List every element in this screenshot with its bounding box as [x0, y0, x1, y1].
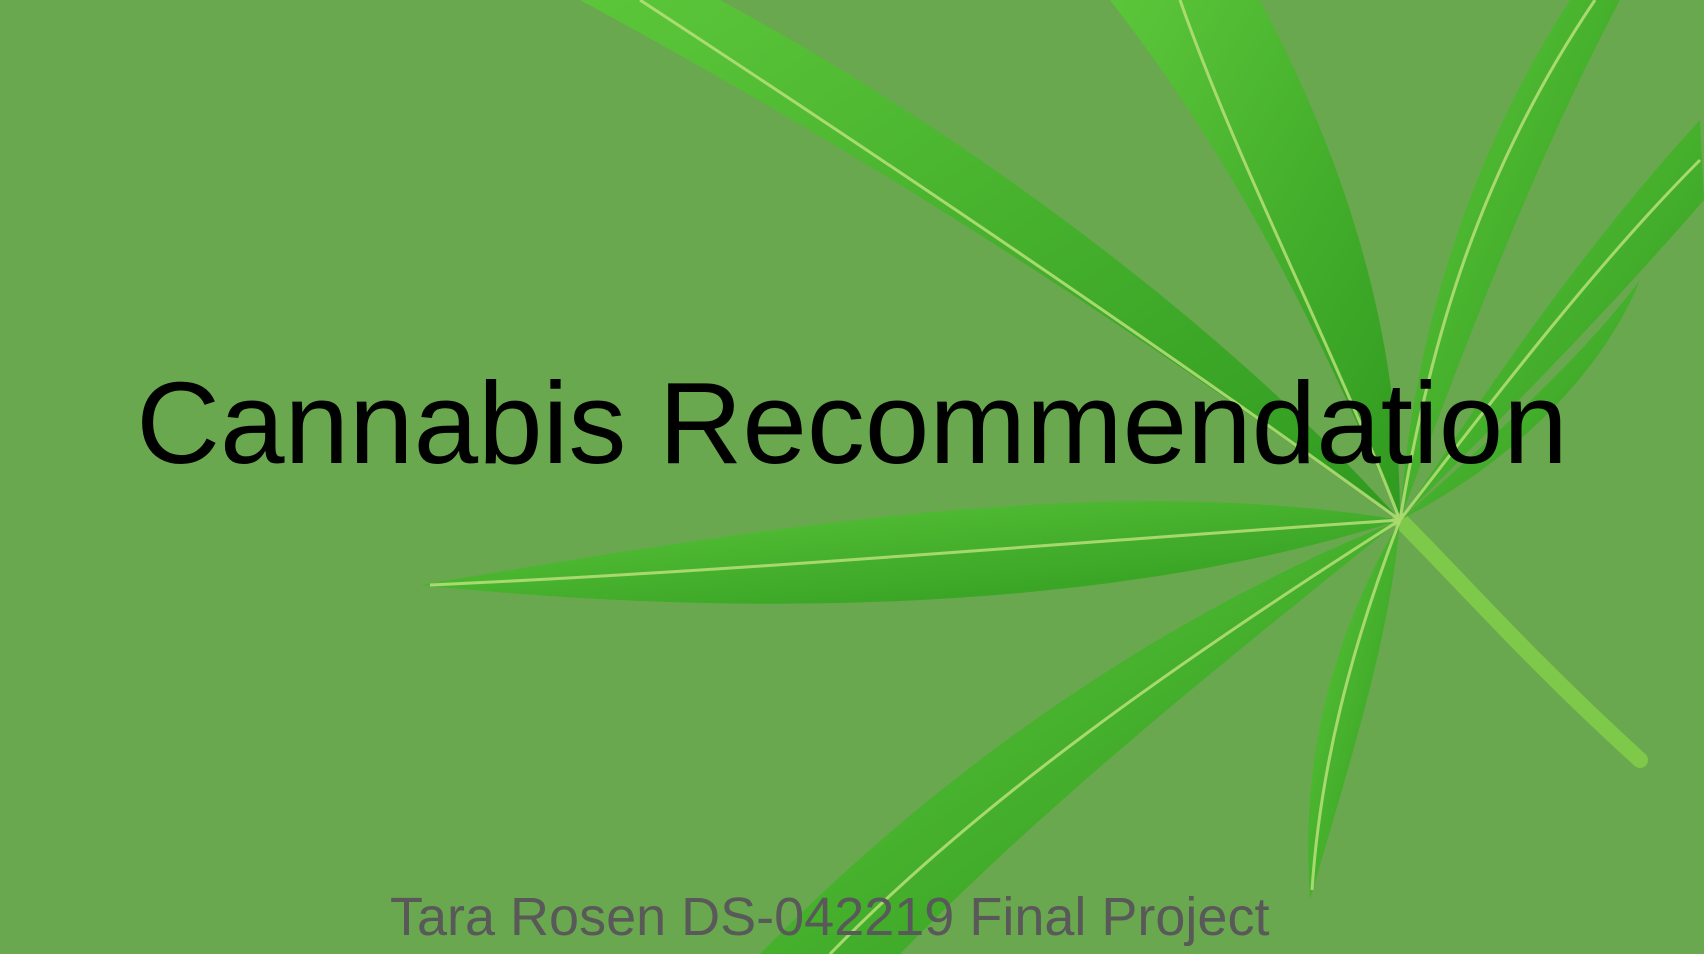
slide-subtitle: Tara Rosen DS-042219 Final Project — [390, 887, 1270, 947]
slide: Cannabis Recommendation Tara Rosen DS-04… — [0, 0, 1704, 954]
slide-title: Cannabis Recommendation — [136, 358, 1568, 488]
slide-bottom-edge — [0, 954, 1704, 958]
